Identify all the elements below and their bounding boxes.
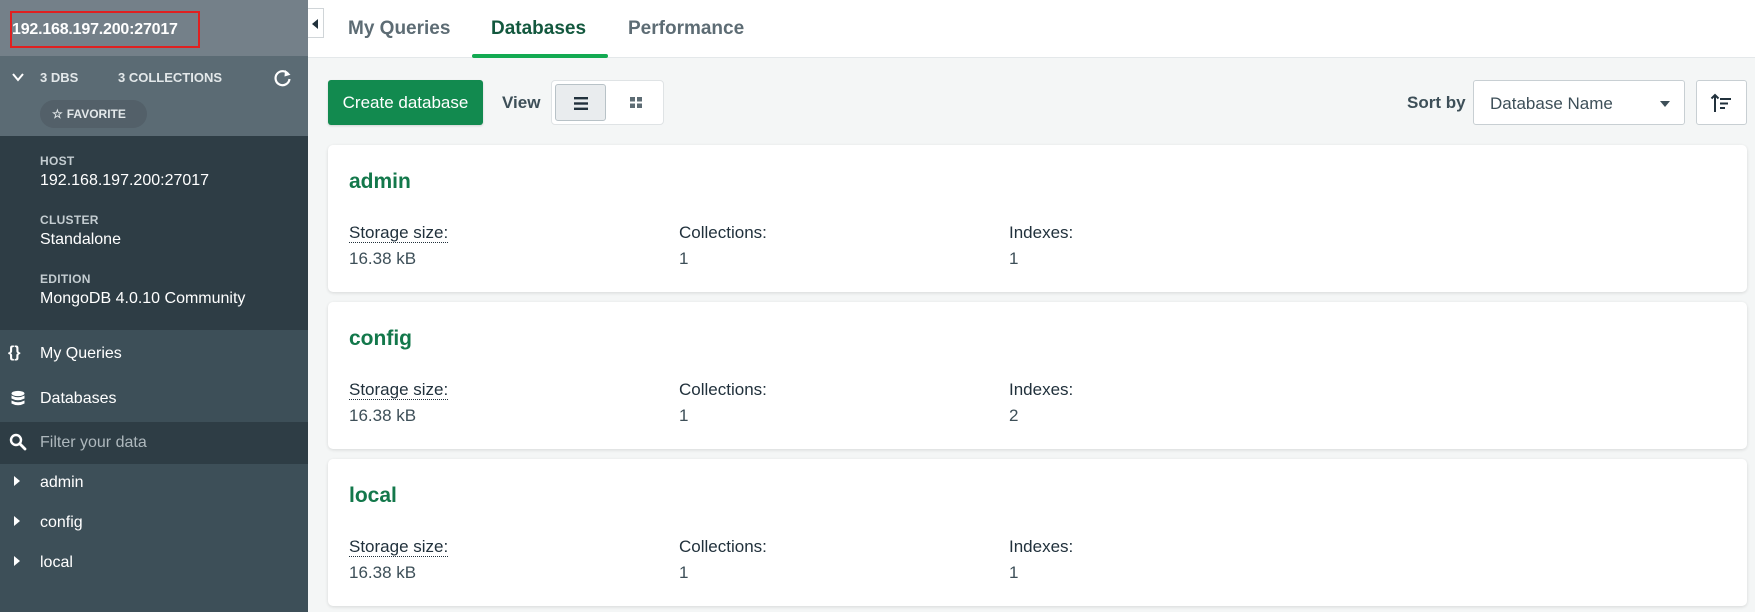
sort-direction-icon: [1710, 93, 1731, 112]
favorite-label: FAVORITE: [66, 107, 126, 121]
storage-size-value: 16.38 kB: [349, 406, 417, 425]
refresh-icon[interactable]: [273, 68, 293, 88]
indexes-stat: Indexes: 1: [1009, 223, 1073, 269]
host-info: HOST 192.168.197.200:27017: [40, 154, 209, 190]
toolbar: Create database View Sort by Database Na…: [308, 58, 1755, 138]
search-icon: [9, 433, 27, 451]
tree-item-label: config: [40, 514, 83, 531]
indexes-value: 1: [1009, 563, 1019, 582]
sidebar: 192.168.197.200:27017 3 DBS 3 COLLECTION…: [0, 0, 308, 612]
favorite-button[interactable]: ☆ FAVORITE: [40, 100, 147, 128]
connection-title[interactable]: 192.168.197.200:27017: [10, 11, 200, 48]
edition-info: EDITION MongoDB 4.0.10 Community: [40, 272, 245, 308]
tree-item-config[interactable]: config: [0, 504, 308, 542]
database-card-admin[interactable]: admin Storage size: 16.38 kB Collections…: [328, 145, 1747, 292]
storage-size-stat: Storage size: 16.38 kB: [349, 537, 449, 583]
create-database-button[interactable]: Create database: [328, 80, 483, 125]
collections-label: Collections:: [679, 223, 767, 242]
edition-value: MongoDB 4.0.10 Community: [40, 290, 246, 307]
collections-value: 1: [679, 249, 689, 268]
sort-direction-button[interactable]: [1696, 80, 1747, 125]
collections-value: 1: [679, 563, 689, 582]
db-count: 3 DBS: [40, 70, 79, 85]
sort-label: Sort by: [1407, 93, 1466, 112]
indexes-label: Indexes:: [1009, 223, 1074, 242]
database-card-config[interactable]: config Storage size: 16.38 kB Collection…: [328, 302, 1747, 449]
indexes-value: 1: [1009, 249, 1019, 268]
sort-select[interactable]: Database Name: [1473, 80, 1685, 125]
cluster-info: CLUSTER Standalone: [40, 213, 121, 249]
caret-down-icon: [1660, 101, 1670, 107]
chevron-down-icon[interactable]: [11, 70, 25, 84]
sidebar-item-label: Databases: [40, 390, 117, 407]
cluster-value: Standalone: [40, 231, 121, 248]
database-name[interactable]: local: [349, 484, 397, 508]
caret-right-icon[interactable]: [14, 556, 20, 566]
filter-bar: [0, 422, 308, 464]
collections-stat: Collections: 1: [679, 537, 767, 583]
sidebar-header: 192.168.197.200:27017: [0, 0, 308, 56]
edition-label: EDITION: [40, 272, 91, 286]
storage-size-stat: Storage size: 16.38 kB: [349, 223, 449, 269]
sidebar-item-label: My Queries: [40, 345, 122, 362]
tree-item-local[interactable]: local: [0, 544, 308, 582]
sidebar-item-my-queries[interactable]: {} My Queries: [0, 332, 308, 376]
database-name[interactable]: config: [349, 327, 412, 351]
tab-my-queries[interactable]: My Queries: [348, 18, 450, 40]
tree-item-admin[interactable]: admin: [0, 464, 308, 502]
indexes-stat: Indexes: 1: [1009, 537, 1073, 583]
main-content: My Queries Databases Performance Create …: [308, 0, 1755, 612]
tab-bar: My Queries Databases Performance: [308, 0, 1755, 58]
host-value: 192.168.197.200:27017: [40, 172, 210, 189]
sort-value: Database Name: [1490, 94, 1613, 113]
braces-icon: {}: [8, 344, 21, 361]
tree-item-label: local: [40, 554, 73, 571]
caret-right-icon[interactable]: [14, 516, 20, 526]
collections-value: 1: [679, 406, 689, 425]
tree-item-label: admin: [40, 474, 84, 491]
collections-label: Collections:: [679, 537, 767, 556]
view-label: View: [502, 93, 541, 112]
collections-stat: Collections: 1: [679, 380, 767, 426]
collections-stat: Collections: 1: [679, 223, 767, 269]
indexes-label: Indexes:: [1009, 380, 1074, 399]
indexes-label: Indexes:: [1009, 537, 1074, 556]
collections-label: Collections:: [679, 380, 767, 399]
instance-stats: 3 DBS 3 COLLECTIONS ☆ FAVORITE: [0, 56, 308, 136]
storage-size-stat: Storage size: 16.38 kB: [349, 380, 449, 426]
collection-count: 3 COLLECTIONS: [118, 70, 223, 85]
view-toggle: [551, 80, 664, 125]
tab-databases[interactable]: Databases: [491, 18, 586, 40]
storage-size-label: Storage size:: [349, 223, 449, 243]
tab-performance[interactable]: Performance: [628, 18, 744, 40]
collapse-sidebar-button[interactable]: [308, 8, 324, 38]
instance-info: HOST 192.168.197.200:27017 CLUSTER Stand…: [0, 136, 308, 330]
star-icon: ☆: [52, 107, 63, 121]
cluster-label: CLUSTER: [40, 213, 99, 227]
database-card-local[interactable]: local Storage size: 16.38 kB Collections…: [328, 459, 1747, 606]
storage-size-value: 16.38 kB: [349, 563, 417, 582]
database-icon: [11, 390, 25, 406]
host-label: HOST: [40, 154, 75, 168]
grid-view-button[interactable]: [612, 84, 660, 121]
indexes-stat: Indexes: 2: [1009, 380, 1073, 426]
storage-size-label: Storage size:: [349, 537, 449, 557]
filter-input[interactable]: [40, 431, 290, 455]
list-view-button[interactable]: [555, 84, 606, 121]
grid-view-icon: [630, 97, 642, 108]
sidebar-item-databases[interactable]: Databases: [0, 377, 308, 421]
storage-size-value: 16.38 kB: [349, 249, 417, 268]
list-view-icon: [574, 97, 588, 110]
storage-size-label: Storage size:: [349, 380, 449, 400]
collapse-icon: [312, 19, 318, 29]
database-name[interactable]: admin: [349, 170, 411, 194]
caret-right-icon[interactable]: [14, 476, 20, 486]
indexes-value: 2: [1009, 406, 1019, 425]
